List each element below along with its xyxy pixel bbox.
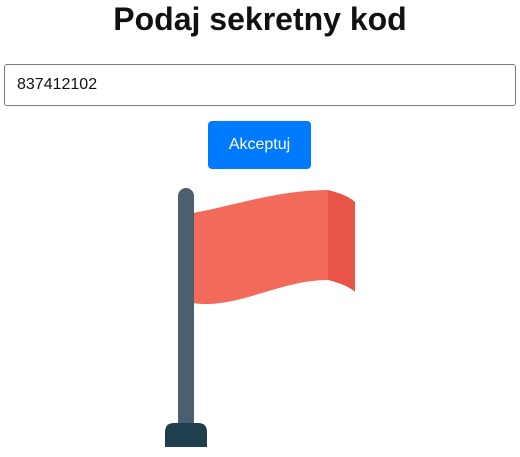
secret-code-input[interactable] <box>4 64 516 106</box>
page: Podaj sekretny kod Akceptuj <box>0 0 520 457</box>
flag-cloth <box>193 190 328 305</box>
accept-button[interactable]: Akceptuj <box>208 121 311 169</box>
page-title: Podaj sekretny kod <box>113 1 407 37</box>
flag-icon <box>165 188 355 447</box>
flag-cloth-fold <box>328 190 355 292</box>
flag-pole <box>178 188 194 430</box>
flag-pole-base <box>165 423 207 447</box>
